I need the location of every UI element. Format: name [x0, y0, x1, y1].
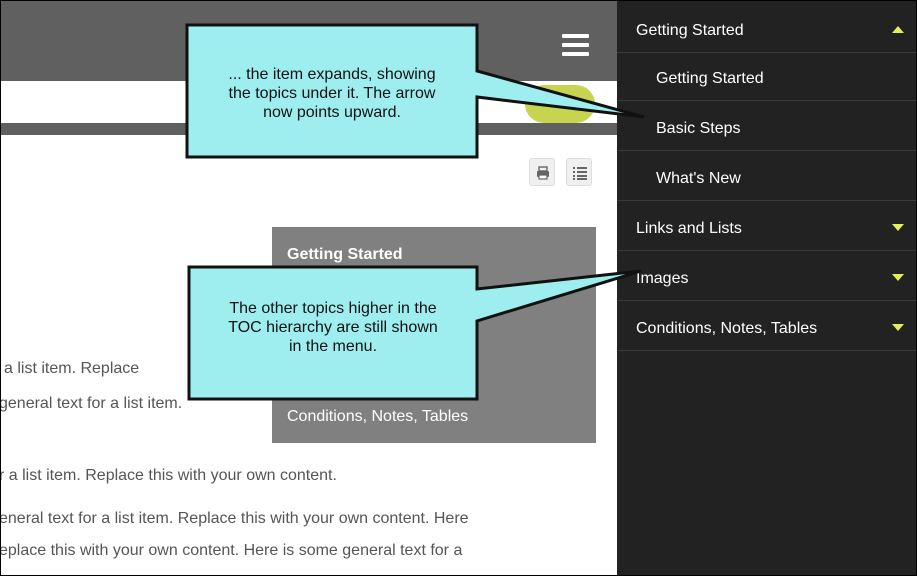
arrow-down-icon[interactable] — [892, 274, 904, 281]
callout-line: The other topics higher in the — [229, 300, 437, 317]
menu-item-images[interactable]: Images — [617, 253, 916, 301]
body-text-line: a list item. Replace — [4, 360, 140, 377]
hamburger-menu-icon[interactable] — [562, 34, 589, 56]
search-underline — [1, 123, 617, 135]
body-text-line: eplace this with your own content. Here … — [0, 542, 463, 559]
menu-item-getting-started-sub[interactable]: Getting Started — [617, 53, 916, 101]
menu-item-label: Basic Steps — [656, 120, 741, 137]
list-icon — [573, 167, 587, 180]
body-text-line: general text for a list item. — [0, 395, 183, 412]
menu-item-getting-started[interactable]: Getting Started — [617, 5, 916, 53]
menu-item-label: Getting Started — [636, 22, 744, 39]
menu-item-conditions-notes-tables[interactable]: Conditions, Notes, Tables — [617, 303, 916, 351]
arrow-down-icon[interactable] — [892, 224, 904, 231]
menu-item-basic-steps[interactable]: Basic Steps — [617, 103, 916, 151]
callout-text-top: ... the item expands, showing the topics… — [189, 65, 475, 122]
menu-item-whats-new[interactable]: What's New — [617, 153, 916, 201]
print-button[interactable] — [529, 158, 555, 186]
arrow-up-icon[interactable] — [892, 26, 904, 33]
mini-toc-item[interactable]: Conditions, Notes, Tables — [287, 408, 468, 426]
menu-item-label: What's New — [656, 170, 741, 187]
side-menu: Getting Started Getting Started Basic St… — [617, 1, 916, 575]
callout-line: in the menu. — [288, 338, 378, 355]
body-text-line: r a list item. Replace this with your ow… — [0, 467, 337, 484]
arrow-down-icon[interactable] — [892, 324, 904, 331]
menu-item-label: Images — [636, 270, 689, 287]
menu-item-label: Links and Lists — [636, 220, 742, 237]
menu-item-label: Conditions, Notes, Tables — [636, 320, 818, 337]
search-button[interactable] — [525, 85, 595, 123]
screenshot-frame: Getting Started Conditions, Notes, Table… — [0, 0, 917, 576]
print-icon — [537, 166, 549, 180]
toc-toggle-button[interactable] — [566, 158, 592, 186]
callout-line: now points upward. — [263, 104, 401, 121]
callout-line: TOC hierarchy are still shown — [228, 319, 438, 336]
menu-item-label: Getting Started — [656, 70, 764, 87]
menu-item-links-and-lists[interactable]: Links and Lists — [617, 203, 916, 251]
mini-toc-item[interactable]: Getting Started — [287, 246, 403, 264]
callout-line: ... the item expands, showing — [228, 66, 436, 83]
callout-text-bottom: The other topics higher in the TOC hiera… — [191, 299, 475, 356]
callout-line: the topics under it. The arrow — [228, 85, 436, 102]
body-text-line: eneral text for a list item. Replace thi… — [0, 510, 469, 527]
